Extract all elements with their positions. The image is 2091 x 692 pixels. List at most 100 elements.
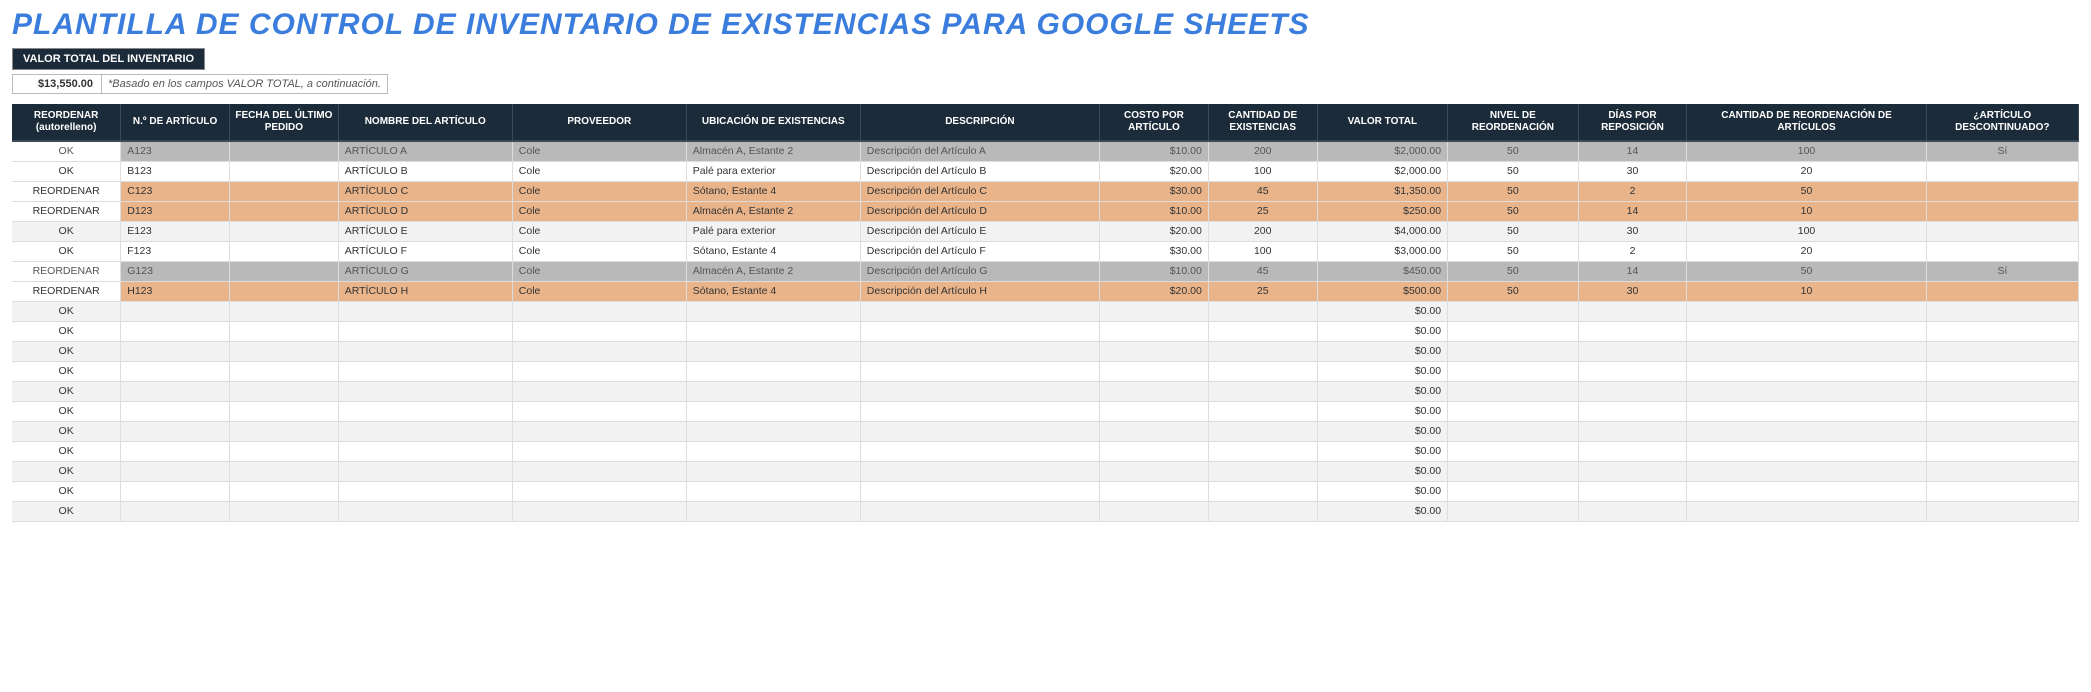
cell-disc[interactable] bbox=[1926, 201, 2078, 221]
cell-rlevel[interactable]: 50 bbox=[1448, 281, 1579, 301]
cell-location[interactable] bbox=[686, 501, 860, 521]
cell-qty[interactable] bbox=[1208, 381, 1317, 401]
cell-total[interactable]: $3,000.00 bbox=[1317, 241, 1448, 261]
cell-cost[interactable]: $10.00 bbox=[1100, 261, 1209, 281]
cell-reorder[interactable]: OK bbox=[12, 341, 121, 361]
cell-cost[interactable] bbox=[1100, 321, 1209, 341]
cell-reorder[interactable]: REORDENAR bbox=[12, 261, 121, 281]
cell-rlevel[interactable]: 50 bbox=[1448, 261, 1579, 281]
cell-location[interactable] bbox=[686, 381, 860, 401]
cell-location[interactable] bbox=[686, 321, 860, 341]
cell-reorder[interactable]: OK bbox=[12, 221, 121, 241]
cell-vendor[interactable] bbox=[512, 361, 686, 381]
table-row[interactable]: REORDENARD123ARTÍCULO DColeAlmacén A, Es… bbox=[12, 201, 2079, 221]
cell-item-no[interactable]: C123 bbox=[121, 181, 230, 201]
cell-disc[interactable] bbox=[1926, 401, 2078, 421]
cell-desc[interactable] bbox=[860, 481, 1099, 501]
cell-item-no[interactable] bbox=[121, 381, 230, 401]
cell-desc[interactable] bbox=[860, 301, 1099, 321]
cell-name[interactable] bbox=[338, 341, 512, 361]
cell-days[interactable]: 2 bbox=[1578, 181, 1687, 201]
cell-vendor[interactable] bbox=[512, 441, 686, 461]
cell-name[interactable] bbox=[338, 421, 512, 441]
cell-reorder[interactable]: OK bbox=[12, 501, 121, 521]
cell-total[interactable]: $0.00 bbox=[1317, 501, 1448, 521]
table-row[interactable]: OK$0.00 bbox=[12, 461, 2079, 481]
cell-total[interactable]: $0.00 bbox=[1317, 401, 1448, 421]
cell-cost[interactable] bbox=[1100, 461, 1209, 481]
cell-vendor[interactable]: Cole bbox=[512, 261, 686, 281]
cell-last-order[interactable] bbox=[230, 501, 339, 521]
cell-item-no[interactable] bbox=[121, 501, 230, 521]
cell-rlevel[interactable] bbox=[1448, 381, 1579, 401]
cell-item-no[interactable]: B123 bbox=[121, 161, 230, 181]
cell-rqty[interactable] bbox=[1687, 381, 1926, 401]
col-header-vendor[interactable]: PROVEEDOR bbox=[512, 104, 686, 141]
cell-disc[interactable] bbox=[1926, 421, 2078, 441]
cell-total[interactable]: $0.00 bbox=[1317, 341, 1448, 361]
cell-item-no[interactable] bbox=[121, 421, 230, 441]
col-header-rlevel[interactable]: NIVEL DE REORDENACIÓN bbox=[1448, 104, 1579, 141]
cell-name[interactable] bbox=[338, 441, 512, 461]
cell-total[interactable]: $0.00 bbox=[1317, 421, 1448, 441]
cell-location[interactable]: Palé para exterior bbox=[686, 161, 860, 181]
cell-days[interactable] bbox=[1578, 421, 1687, 441]
cell-item-no[interactable]: D123 bbox=[121, 201, 230, 221]
cell-qty[interactable]: 45 bbox=[1208, 261, 1317, 281]
cell-qty[interactable] bbox=[1208, 481, 1317, 501]
cell-rlevel[interactable] bbox=[1448, 301, 1579, 321]
cell-cost[interactable]: $20.00 bbox=[1100, 281, 1209, 301]
cell-rqty[interactable] bbox=[1687, 421, 1926, 441]
table-row[interactable]: OKB123ARTÍCULO BColePalé para exteriorDe… bbox=[12, 161, 2079, 181]
cell-disc[interactable] bbox=[1926, 501, 2078, 521]
cell-qty[interactable] bbox=[1208, 421, 1317, 441]
cell-item-no[interactable]: E123 bbox=[121, 221, 230, 241]
cell-cost[interactable]: $10.00 bbox=[1100, 201, 1209, 221]
cell-rlevel[interactable] bbox=[1448, 401, 1579, 421]
cell-vendor[interactable] bbox=[512, 501, 686, 521]
cell-name[interactable] bbox=[338, 401, 512, 421]
cell-name[interactable]: ARTÍCULO H bbox=[338, 281, 512, 301]
cell-reorder[interactable]: OK bbox=[12, 161, 121, 181]
cell-vendor[interactable] bbox=[512, 301, 686, 321]
cell-rqty[interactable] bbox=[1687, 481, 1926, 501]
cell-days[interactable] bbox=[1578, 461, 1687, 481]
cell-last-order[interactable] bbox=[230, 281, 339, 301]
col-header-total[interactable]: VALOR TOTAL bbox=[1317, 104, 1448, 141]
cell-rlevel[interactable]: 50 bbox=[1448, 181, 1579, 201]
cell-location[interactable] bbox=[686, 361, 860, 381]
cell-qty[interactable] bbox=[1208, 301, 1317, 321]
col-header-item-no[interactable]: N.º DE ARTÍCULO bbox=[121, 104, 230, 141]
cell-disc[interactable] bbox=[1926, 281, 2078, 301]
cell-location[interactable] bbox=[686, 441, 860, 461]
cell-total[interactable]: $450.00 bbox=[1317, 261, 1448, 281]
cell-total[interactable]: $250.00 bbox=[1317, 201, 1448, 221]
cell-name[interactable]: ARTÍCULO A bbox=[338, 141, 512, 161]
table-row[interactable]: OK$0.00 bbox=[12, 441, 2079, 461]
cell-disc[interactable]: Sí bbox=[1926, 261, 2078, 281]
cell-reorder[interactable]: OK bbox=[12, 461, 121, 481]
table-row[interactable]: OK $0.00 bbox=[12, 401, 2079, 421]
cell-reorder[interactable]: REORDENAR bbox=[12, 281, 121, 301]
cell-disc[interactable] bbox=[1926, 341, 2078, 361]
cell-name[interactable]: ARTÍCULO E bbox=[338, 221, 512, 241]
cell-cost[interactable]: $20.00 bbox=[1100, 221, 1209, 241]
cell-total[interactable]: $1,350.00 bbox=[1317, 181, 1448, 201]
cell-reorder[interactable]: OK bbox=[12, 241, 121, 261]
cell-rlevel[interactable]: 50 bbox=[1448, 141, 1579, 161]
table-row[interactable]: OK$0.00 bbox=[12, 381, 2079, 401]
cell-name[interactable] bbox=[338, 321, 512, 341]
table-row[interactable]: OKA123ARTÍCULO AColeAlmacén A, Estante 2… bbox=[12, 141, 2079, 161]
cell-qty[interactable]: 100 bbox=[1208, 241, 1317, 261]
cell-last-order[interactable] bbox=[230, 341, 339, 361]
cell-reorder[interactable]: OK bbox=[12, 401, 121, 421]
table-row[interactable]: OK $0.00 bbox=[12, 341, 2079, 361]
table-row[interactable]: REORDENARG123ARTÍCULO GColeAlmacén A, Es… bbox=[12, 261, 2079, 281]
cell-location[interactable]: Sótano, Estante 4 bbox=[686, 241, 860, 261]
table-row[interactable]: OK$0.00 bbox=[12, 321, 2079, 341]
cell-last-order[interactable] bbox=[230, 461, 339, 481]
cell-days[interactable]: 30 bbox=[1578, 281, 1687, 301]
cell-desc[interactable]: Descripción del Artículo C bbox=[860, 181, 1099, 201]
cell-desc[interactable]: Descripción del Artículo G bbox=[860, 261, 1099, 281]
cell-qty[interactable] bbox=[1208, 321, 1317, 341]
